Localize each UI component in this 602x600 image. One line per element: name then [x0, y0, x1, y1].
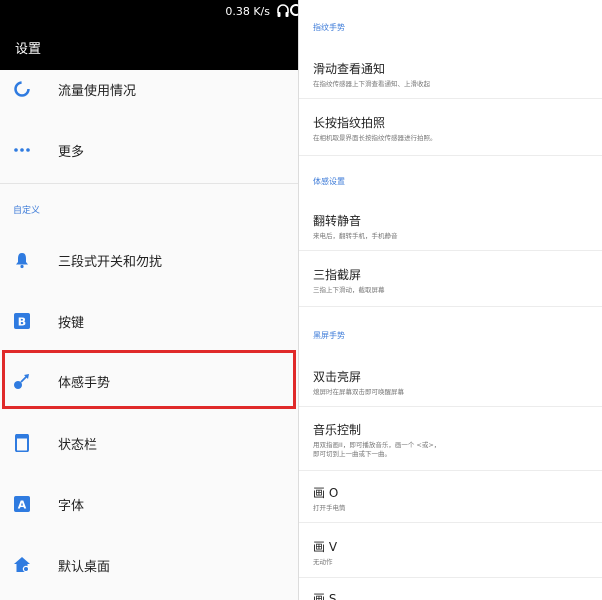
setting-description: 熄屏时在屏幕双击即可唤醒屏幕: [313, 388, 404, 396]
bell-icon: [16, 253, 28, 269]
menu-item-label: 状态栏: [58, 438, 98, 453]
divider: [299, 406, 602, 407]
phone-statusbar-icon: [15, 434, 29, 452]
setting-draw-o[interactable]: 画 O 打开手电筒: [313, 484, 346, 513]
setting-draw-s[interactable]: 画 S: [313, 590, 336, 600]
setting-description: 三指上下滑动，截取屏幕: [313, 286, 385, 294]
menu-item-label: 更多: [58, 145, 85, 160]
setting-title: 画 S: [313, 592, 337, 600]
setting-title: 双击亮屏: [313, 370, 362, 384]
menu-item-alert-slider[interactable]: 三段式开关和勿扰: [0, 229, 298, 289]
page-title: 设置: [15, 42, 42, 57]
font-a-icon: A: [14, 496, 30, 512]
divider: [299, 306, 602, 307]
menu-item-buttons[interactable]: B 按键: [0, 290, 298, 350]
setting-description: 来电后，翻转手机，手机静音: [313, 232, 398, 240]
section-header-motion: 体感设置: [313, 177, 345, 186]
settings-list-pane: 0.38 K/s 设置 流量使用情况 更多 自定义 三段式开关和勿扰 B 按键 …: [0, 0, 298, 600]
setting-flip-to-mute[interactable]: 翻转静音 来电后，翻转手机，手机静音: [313, 212, 398, 241]
do-not-disturb-icon: [290, 4, 298, 16]
setting-draw-v[interactable]: 画 V 无动作: [313, 538, 337, 567]
setting-title: 画 O: [313, 486, 339, 500]
menu-item-label: 默认桌面: [58, 560, 111, 575]
setting-swipe-notifications[interactable]: 滑动查看通知 在指纹传感器上下滑查看通知、上滑收起: [313, 60, 430, 89]
divider: [299, 250, 602, 251]
svg-text:A: A: [18, 499, 27, 512]
menu-item-label: 按键: [58, 316, 85, 331]
divider: [0, 183, 298, 184]
headphones-icon: [277, 4, 289, 17]
menu-item-data-usage[interactable]: 流量使用情况: [0, 58, 298, 118]
highlight-box: [2, 350, 296, 409]
network-speed: 0.38 K/s: [225, 5, 270, 18]
setting-title: 画 V: [313, 540, 338, 554]
b-key-icon: B: [14, 313, 30, 329]
setting-music-control[interactable]: 音乐控制 用双指画II，即可播放音乐，画一个 <或>，即可切到上一曲或下一曲。: [313, 421, 443, 459]
home-gear-icon: [14, 557, 30, 573]
setting-title: 长按指纹拍照: [313, 116, 386, 130]
menu-item-status-bar[interactable]: 状态栏: [0, 412, 298, 472]
menu-item-label: 字体: [58, 499, 85, 514]
divider: [299, 470, 602, 471]
section-header-fingerprint: 指纹手势: [313, 23, 345, 32]
data-usage-icon: [14, 81, 30, 97]
setting-title: 滑动查看通知: [313, 62, 386, 76]
setting-title: 三指截屏: [313, 268, 362, 282]
gesture-settings-pane: 指纹手势 滑动查看通知 在指纹传感器上下滑查看通知、上滑收起 长按指纹拍照 在相…: [298, 0, 602, 600]
setting-description: 在指纹传感器上下滑查看通知、上滑收起: [313, 80, 430, 88]
setting-three-finger-screenshot[interactable]: 三指截屏 三指上下滑动，截取屏幕: [313, 266, 385, 295]
menu-item-more[interactable]: 更多: [0, 119, 298, 179]
setting-description: 打开手电筒: [313, 504, 346, 512]
status-bar: 0.38 K/s: [0, 0, 298, 24]
divider: [299, 522, 602, 523]
menu-item-font[interactable]: A 字体: [0, 473, 298, 533]
divider: [299, 577, 602, 578]
setting-description: 在相机取景界面长按指纹传感器进行拍照。: [313, 134, 437, 142]
setting-double-tap-wake[interactable]: 双击亮屏 熄屏时在屏幕双击即可唤醒屏幕: [313, 368, 404, 397]
menu-item-label: 三段式开关和勿扰: [58, 255, 163, 270]
section-header-screen-off: 黑屏手势: [313, 331, 345, 340]
divider: [299, 155, 602, 156]
menu-item-default-launcher[interactable]: 默认桌面: [0, 534, 298, 594]
more-dots-icon: [14, 148, 30, 152]
setting-title: 音乐控制: [313, 423, 362, 437]
section-header-custom: 自定义: [13, 206, 41, 216]
setting-description: 无动作: [313, 558, 333, 566]
setting-description: 用双指画II，即可播放音乐，画一个 <或>，即可切到上一曲或下一曲。: [313, 441, 441, 458]
setting-title: 翻转静音: [313, 214, 362, 228]
svg-text:B: B: [18, 316, 26, 329]
menu-item-label: 流量使用情况: [58, 84, 137, 99]
setting-long-press-photo[interactable]: 长按指纹拍照 在相机取景界面长按指纹传感器进行拍照。: [313, 114, 437, 143]
divider: [299, 98, 602, 99]
